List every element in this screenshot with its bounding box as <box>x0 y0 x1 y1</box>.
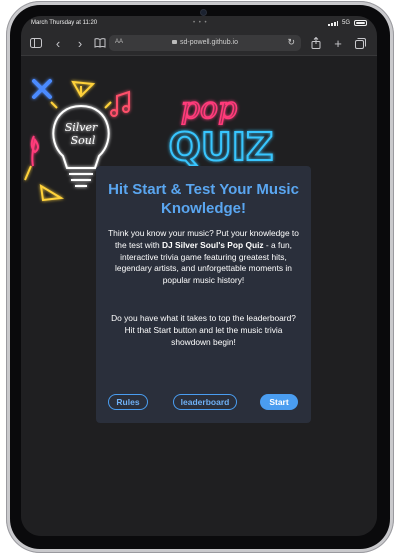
signal-icon <box>327 20 338 26</box>
treble-clef-icon <box>30 135 39 167</box>
bookmarks-icon[interactable] <box>89 31 111 55</box>
neon-x-icon <box>32 79 52 99</box>
status-right: 5G <box>327 20 367 26</box>
leaderboard-button[interactable]: leaderboard <box>173 394 237 410</box>
neon-pop-text: pop <box>181 91 237 126</box>
address-text: sd-powell.github.io <box>109 39 301 46</box>
lock-icon <box>172 40 177 44</box>
neon-triangle-icon <box>71 80 96 98</box>
tablet-frame: March Thursday at 11:20 • • • 5G ‹ › AA … <box>6 1 394 553</box>
intro-card: Hit Start & Test Your Music Knowledge! T… <box>96 166 311 423</box>
tabs-overview-icon[interactable] <box>349 31 371 55</box>
intro-paragraph: Think you know your music? Put your know… <box>108 228 299 286</box>
logo-text-soul: Soul <box>71 134 96 147</box>
rules-button[interactable]: Rules <box>108 394 148 410</box>
screen: March Thursday at 11:20 • • • 5G ‹ › AA … <box>21 16 377 536</box>
address-bar[interactable]: AA sd-powell.github.io ↻ <box>109 35 301 51</box>
neon-quiz-text: QUIZ <box>169 125 274 169</box>
leaderboard-paragraph: Do you have what it takes to top the lea… <box>111 313 296 347</box>
forward-icon[interactable]: › <box>69 31 91 55</box>
url-text: sd-powell.github.io <box>180 39 238 46</box>
intro-heading: Hit Start & Test Your Music Knowledge! <box>108 181 299 217</box>
reload-icon[interactable]: ↻ <box>287 37 295 48</box>
sidebar-icon[interactable] <box>25 31 47 55</box>
music-note-icon <box>110 90 130 117</box>
front-camera <box>201 10 206 15</box>
dj-name: DJ Silver Soul's Pop Quiz <box>162 239 264 250</box>
back-icon[interactable]: ‹ <box>47 31 69 55</box>
tablet-bezel: March Thursday at 11:20 • • • 5G ‹ › AA … <box>10 5 390 549</box>
battery-icon <box>354 20 367 26</box>
status-time: March Thursday at 11:20 <box>31 20 98 26</box>
status-bar: March Thursday at 11:20 • • • 5G <box>21 16 377 31</box>
start-button[interactable]: Start <box>260 394 298 410</box>
neon-dash-icon <box>24 165 32 181</box>
new-tab-icon[interactable]: + <box>327 31 349 55</box>
neon-triangle-icon <box>39 184 65 202</box>
multitask-dots-icon[interactable]: • • • <box>193 20 208 26</box>
logo-text-silver: Silver <box>65 121 98 134</box>
share-icon[interactable] <box>305 31 327 55</box>
network-label: 5G <box>341 20 350 26</box>
browser-toolbar: ‹ › AA sd-powell.github.io ↻ + <box>21 31 377 56</box>
